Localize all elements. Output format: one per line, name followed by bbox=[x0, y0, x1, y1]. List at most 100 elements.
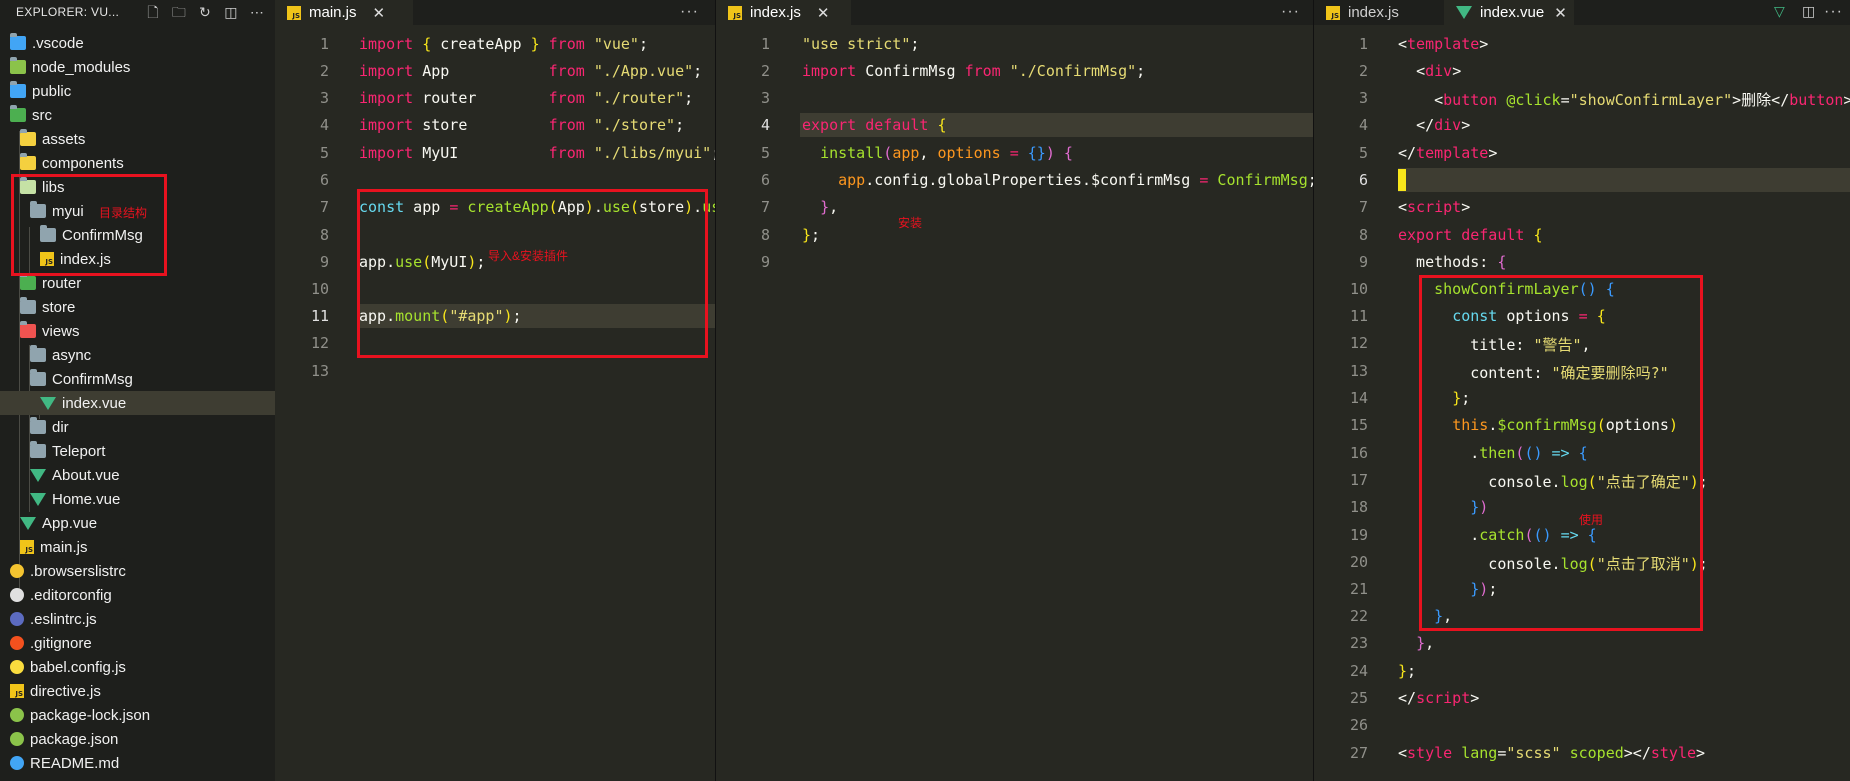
tree-item[interactable]: node_modules bbox=[0, 55, 275, 79]
js-file-icon: JS bbox=[20, 540, 34, 554]
install-highlight-box bbox=[357, 189, 708, 358]
tree-item-label: store bbox=[42, 298, 76, 316]
tab-index-js[interactable]: JS index.js bbox=[1314, 0, 1444, 25]
tree-item[interactable]: package-lock.json bbox=[0, 703, 275, 727]
new-file-icon[interactable]: 🗋 bbox=[145, 4, 161, 20]
tree-item[interactable]: package.json bbox=[0, 727, 275, 751]
tab-index-vue[interactable]: index.vue ✕ bbox=[1444, 0, 1574, 25]
tree-item[interactable]: store bbox=[0, 295, 275, 319]
tree-item-label: README.md bbox=[30, 754, 120, 772]
tree-item-label: views bbox=[42, 322, 80, 340]
tree-item[interactable]: components bbox=[0, 151, 275, 175]
more-actions-icon[interactable]: ··· bbox=[1281, 3, 1300, 21]
npm-icon bbox=[10, 732, 24, 746]
tree-item[interactable]: .editorconfig bbox=[0, 583, 275, 607]
code-line: <template> bbox=[1398, 35, 1489, 53]
tree-item[interactable]: .eslintrc.js bbox=[0, 607, 275, 631]
tree-item[interactable]: dir bbox=[0, 415, 275, 439]
split-editor-icon[interactable]: ◫ bbox=[1802, 3, 1816, 20]
new-folder-icon[interactable]: 🗀 bbox=[171, 4, 187, 20]
tree-item[interactable]: async bbox=[0, 343, 275, 367]
tree-item[interactable]: index.vue bbox=[0, 391, 275, 415]
tree-item-label: directive.js bbox=[30, 682, 101, 700]
tree-item-label: .gitignore bbox=[30, 634, 92, 652]
tree-item[interactable]: Teleport bbox=[0, 439, 275, 463]
tab-label: index.js bbox=[750, 4, 801, 21]
folder-icon bbox=[30, 417, 46, 434]
tree-item[interactable]: About.vue bbox=[0, 463, 275, 487]
tabbar: JS index.js ✕ ··· bbox=[716, 0, 1313, 25]
code-line: import MyUI from "./libs/myui"; bbox=[359, 144, 715, 162]
tabbar: JS index.js index.vue ✕ ▽ ◫ ··· bbox=[1314, 0, 1850, 25]
code-line: install(app, options = {}) { bbox=[820, 144, 1073, 162]
tree-item[interactable]: src bbox=[0, 103, 275, 127]
tree-item[interactable]: public bbox=[0, 79, 275, 103]
more-actions-icon[interactable]: ··· bbox=[1824, 3, 1843, 21]
tree-item[interactable]: Home.vue bbox=[0, 487, 275, 511]
tree-item-label: main.js bbox=[40, 538, 88, 556]
code-line: import ConfirmMsg from "./ConfirmMsg"; bbox=[802, 62, 1146, 80]
code-line: export default { bbox=[802, 116, 947, 134]
tab-main-js[interactable]: JS main.js ✕ bbox=[275, 0, 413, 25]
tree-item[interactable]: .vscode bbox=[0, 31, 275, 55]
code-line: }; bbox=[802, 226, 821, 244]
tree-item[interactable]: assets bbox=[0, 127, 275, 151]
tree-item[interactable]: JS directive.js bbox=[0, 679, 275, 703]
tree-item[interactable]: views bbox=[0, 319, 275, 343]
tree-item[interactable]: .gitignore bbox=[0, 631, 275, 655]
tab-label: main.js bbox=[309, 4, 357, 21]
npm-icon bbox=[10, 708, 24, 722]
code-line: app.config.globalProperties.$confirmMsg … bbox=[838, 171, 1313, 189]
tree-item-label: .eslintrc.js bbox=[30, 610, 97, 628]
more-actions-icon[interactable]: ··· bbox=[680, 3, 699, 21]
vue-split-icon[interactable]: ▽ bbox=[1774, 3, 1786, 20]
info-icon bbox=[10, 756, 24, 770]
tree-item[interactable]: ConfirmMsg bbox=[0, 367, 275, 391]
code-line: import { createApp } from "vue"; bbox=[359, 35, 648, 53]
tabbar: JS main.js ✕ ··· bbox=[275, 0, 715, 25]
tree-item-label: Home.vue bbox=[52, 490, 121, 508]
usage-highlight-box bbox=[1419, 275, 1703, 631]
tab-index-js[interactable]: JS index.js ✕ bbox=[716, 0, 851, 25]
js-file-icon: JS bbox=[10, 684, 24, 698]
tree-item[interactable]: JS main.js bbox=[0, 535, 275, 559]
vue-file-icon bbox=[40, 396, 56, 410]
folder-icon bbox=[20, 129, 36, 146]
eslint-icon bbox=[10, 612, 24, 626]
close-icon[interactable]: ✕ bbox=[1554, 4, 1567, 22]
code-line: </div> bbox=[1416, 116, 1471, 134]
vue-file-icon bbox=[30, 468, 46, 482]
tab-label: index.js bbox=[1348, 4, 1399, 21]
tree-item[interactable]: babel.config.js bbox=[0, 655, 275, 679]
tree-item-label: .browserslistrc bbox=[30, 562, 126, 580]
tree-item-label: .vscode bbox=[32, 34, 84, 52]
close-icon[interactable]: ✕ bbox=[817, 4, 830, 22]
code-line: import App from "./App.vue"; bbox=[359, 62, 703, 80]
tree-item-label: package-lock.json bbox=[30, 706, 151, 724]
src-folder-icon bbox=[10, 105, 26, 122]
tree-item[interactable]: App.vue bbox=[0, 511, 275, 535]
vscode-folder-icon bbox=[10, 33, 26, 50]
vue-file-icon bbox=[1456, 6, 1472, 19]
explorer-header: EXPLORER: VU... 🗋 🗀 ↻ ◫ ⋯ bbox=[0, 0, 275, 24]
tree-item-label: About.vue bbox=[52, 466, 120, 484]
babel-icon bbox=[10, 660, 24, 674]
tree-item-label: assets bbox=[42, 130, 86, 148]
code-line: export default { bbox=[1398, 226, 1543, 244]
vue-file-icon bbox=[20, 516, 36, 530]
install-annotation: 导入&安装插件 bbox=[488, 249, 569, 263]
editorconfig-icon bbox=[10, 588, 24, 602]
folder-icon bbox=[20, 153, 36, 170]
folder-icon bbox=[20, 297, 36, 314]
tree-item[interactable]: README.md bbox=[0, 751, 275, 775]
tree-item[interactable]: .browserslistrc bbox=[0, 559, 275, 583]
public-folder-icon bbox=[10, 81, 26, 98]
collapse-icon[interactable]: ◫ bbox=[223, 4, 239, 20]
code-line: "use strict"; bbox=[802, 35, 920, 53]
refresh-icon[interactable]: ↻ bbox=[197, 4, 213, 20]
close-icon[interactable]: ✕ bbox=[373, 4, 386, 22]
code-line: }, bbox=[1416, 634, 1435, 652]
tree-item-label: node_modules bbox=[32, 58, 131, 76]
folder-icon bbox=[30, 369, 46, 386]
more-icon[interactable]: ⋯ bbox=[249, 4, 265, 20]
